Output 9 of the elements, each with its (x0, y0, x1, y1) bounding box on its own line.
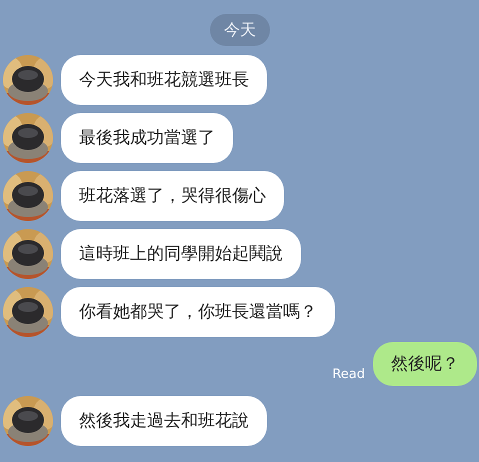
message-bubble: 這時班上的同學開始起鬨說 (61, 229, 301, 279)
message-bubble: 你看她都哭了，你班長還當嗎？ (61, 287, 335, 337)
read-status: Read (332, 367, 365, 382)
message-bubble: 最後我成功當選了 (61, 113, 233, 163)
message-bubble: 然後我走過去和班花說 (61, 396, 267, 446)
date-label: 今天 (210, 14, 270, 46)
message-bubble: 班花落選了，哭得很傷心 (61, 171, 284, 221)
message-bubble: 今天我和班花競選班長 (61, 55, 267, 105)
message-bubble: 然後呢？ (373, 342, 477, 386)
